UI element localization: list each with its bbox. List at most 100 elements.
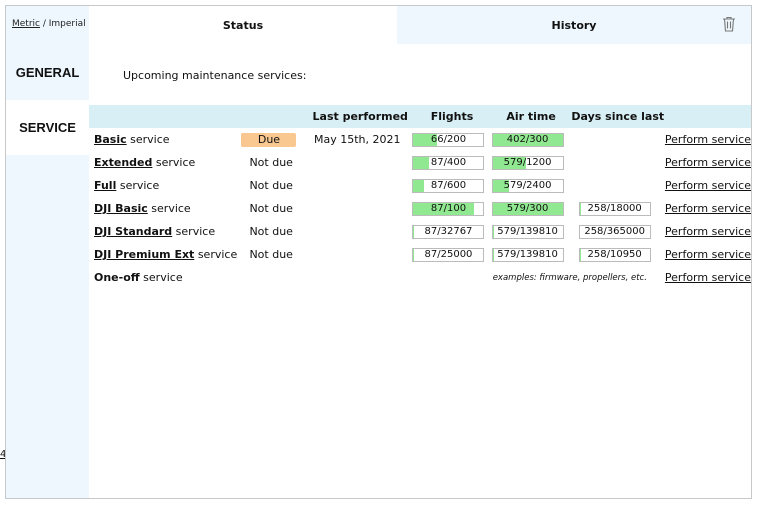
last-performed: May 15th, 2021	[313, 133, 401, 146]
flights-progress-fill	[413, 179, 424, 192]
status-cell: Not due	[241, 151, 308, 174]
col-name	[89, 105, 241, 128]
perform-cell: Perform service	[665, 174, 751, 197]
flights-progress: 87/32767	[412, 224, 485, 239]
service-suffix: service	[139, 271, 183, 284]
status-cell: Due	[241, 128, 308, 151]
days-progress-fill	[579, 248, 582, 261]
days-cell	[571, 151, 665, 174]
air-time-progress: 579/300	[491, 201, 564, 216]
perform-service-link[interactable]: Perform service	[665, 225, 751, 238]
service-link[interactable]: DJI Basic	[94, 202, 148, 215]
air-time-progress: 579/2400	[491, 178, 564, 193]
service-link[interactable]: Full	[94, 179, 116, 192]
col-flights: Flights	[430, 110, 474, 123]
days-cell	[571, 128, 665, 151]
last-performed	[308, 197, 412, 220]
col-air-time: Air time	[506, 110, 556, 123]
imperial-link[interactable]: Imperial	[49, 19, 86, 29]
service-link[interactable]: Extended	[94, 156, 152, 169]
days-progress-fill	[579, 202, 581, 215]
status-cell: Not due	[241, 174, 308, 197]
perform-service-link[interactable]: Perform service	[665, 156, 751, 169]
service-name: Full service	[89, 174, 241, 197]
service-link[interactable]: Basic	[94, 133, 127, 146]
table-row: One-off service examples: firmware, prop…	[89, 266, 751, 289]
flights-progress: 87/100	[412, 201, 485, 216]
service-name: DJI Premium Ext service	[89, 243, 241, 266]
air-time-cell: 579/1200	[491, 151, 571, 174]
days-cell: 258/18000	[571, 197, 665, 220]
perform-cell: Perform service	[665, 151, 751, 174]
flights-progress: 87/600	[412, 178, 485, 193]
air-time-cell: 402/300	[491, 128, 571, 151]
service-suffix: service	[126, 133, 170, 146]
service-name: Extended service	[89, 151, 241, 174]
days-cell	[571, 174, 665, 197]
col-action	[665, 105, 751, 128]
intro-text: Upcoming maintenance services:	[123, 69, 307, 82]
table-row: DJI Standard service Not due 87/32767 57…	[89, 220, 751, 243]
perform-service-link[interactable]: Perform service	[665, 248, 751, 261]
tab-status[interactable]: Status	[89, 6, 397, 44]
days-progress: 258/10950	[578, 247, 651, 262]
status-badge: Due	[241, 132, 297, 147]
perform-service-link[interactable]: Perform service	[665, 179, 751, 192]
service-name: DJI Basic service	[89, 197, 241, 220]
sidebar-item-general[interactable]: GENERAL	[6, 45, 89, 100]
service-suffix: service	[194, 248, 238, 261]
status-cell: Not due	[241, 197, 308, 220]
status-text: Not due	[249, 202, 293, 215]
last-performed	[308, 243, 412, 266]
days-progress: 258/365000	[578, 224, 651, 239]
perform-cell: Perform service	[665, 243, 751, 266]
service-suffix: service	[152, 156, 196, 169]
col-days-since-last: Days since last	[571, 110, 665, 123]
last-performed	[308, 220, 412, 243]
flights-cell: 66/200	[412, 128, 491, 151]
services-table: Last performed Flights Air time Days sin…	[89, 105, 751, 289]
perform-cell: Perform service	[665, 128, 751, 151]
status-text: Not due	[249, 156, 293, 169]
flights-cell: 87/400	[412, 151, 491, 174]
flights-cell: 87/25000	[412, 243, 491, 266]
tab-history[interactable]: History	[397, 6, 751, 44]
air-time-progress: 579/139810	[491, 247, 564, 262]
air-time-cell: 579/300	[491, 197, 571, 220]
perform-service-link[interactable]: Perform service	[665, 133, 751, 146]
flights-progress: 87/25000	[412, 247, 485, 262]
service-name: DJI Standard service	[89, 220, 241, 243]
perform-cell: Perform service	[665, 197, 751, 220]
service-link[interactable]: DJI Premium Ext	[94, 248, 194, 261]
col-last-performed: Last performed	[312, 110, 408, 123]
perform-cell: Perform service	[665, 266, 751, 289]
metric-link[interactable]: Metric	[12, 19, 40, 29]
days-cell: 258/365000	[571, 220, 665, 243]
service-suffix: service	[116, 179, 160, 192]
service-label: One-off	[94, 271, 140, 284]
air-time-progress: 402/300	[491, 132, 564, 147]
flights-cell: 87/600	[412, 174, 491, 197]
days-progress: 258/18000	[578, 201, 651, 216]
perform-service-link[interactable]: Perform service	[665, 202, 751, 215]
service-name: Basic service	[89, 128, 241, 151]
last-performed	[308, 151, 412, 174]
flights-progress: 87/400	[412, 155, 485, 170]
status-text: Not due	[249, 225, 293, 238]
status-cell: Not due	[241, 220, 308, 243]
perform-cell: Perform service	[665, 220, 751, 243]
sidebar-item-service[interactable]: SERVICE	[6, 100, 89, 155]
table-row: Basic service Due May 15th, 2021 66/200 …	[89, 128, 751, 151]
examples-note: examples: firmware, propellers, etc.	[492, 272, 647, 283]
app-window: Metric / Imperial GENERAL SERVICE Status…	[5, 5, 752, 499]
table-header: Last performed Flights Air time Days sin…	[89, 105, 751, 128]
trash-icon[interactable]	[722, 16, 736, 32]
units-separator: /	[39, 19, 49, 29]
flights-cell: 87/32767	[412, 220, 491, 243]
perform-service-link[interactable]: Perform service	[665, 271, 751, 284]
flights-cell: 87/100	[412, 197, 491, 220]
service-link[interactable]: DJI Standard	[94, 225, 172, 238]
table-row: Extended service Not due 87/400 579/1200…	[89, 151, 751, 174]
status-text: Not due	[249, 248, 293, 261]
table-row: DJI Premium Ext service Not due 87/25000…	[89, 243, 751, 266]
